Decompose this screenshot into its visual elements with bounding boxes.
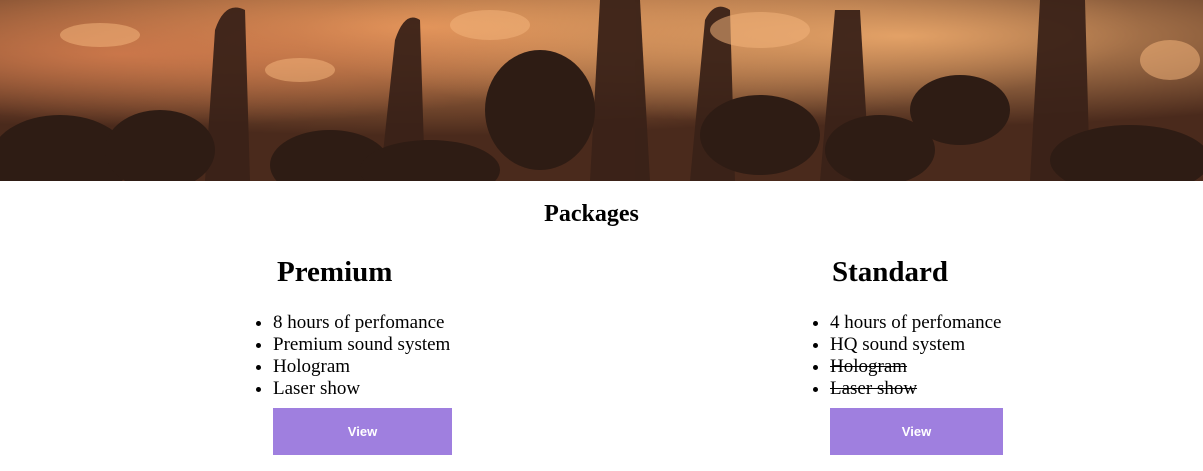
list-item: Laser show [273, 378, 450, 400]
package-title: Standard [832, 256, 949, 288]
packages-heading: Packages [544, 201, 639, 227]
list-item-excluded: Hologram [830, 356, 1001, 378]
list-item: 4 hours of perfomance [830, 312, 1001, 334]
list-item-excluded: Laser show [830, 378, 1001, 400]
list-item: HQ sound system [830, 334, 1001, 356]
view-standard-button[interactable]: View [830, 408, 1003, 455]
list-item: Hologram [273, 356, 450, 378]
feature-list: 8 hours of perfomance Premium sound syst… [253, 312, 450, 400]
feature-list: 4 hours of perfomance HQ sound system Ho… [810, 312, 1001, 400]
package-title: Premium [277, 256, 393, 288]
view-premium-button[interactable]: View [273, 408, 452, 455]
list-item: 8 hours of perfomance [273, 312, 450, 334]
hero-banner-image [0, 0, 1203, 181]
list-item: Premium sound system [273, 334, 450, 356]
